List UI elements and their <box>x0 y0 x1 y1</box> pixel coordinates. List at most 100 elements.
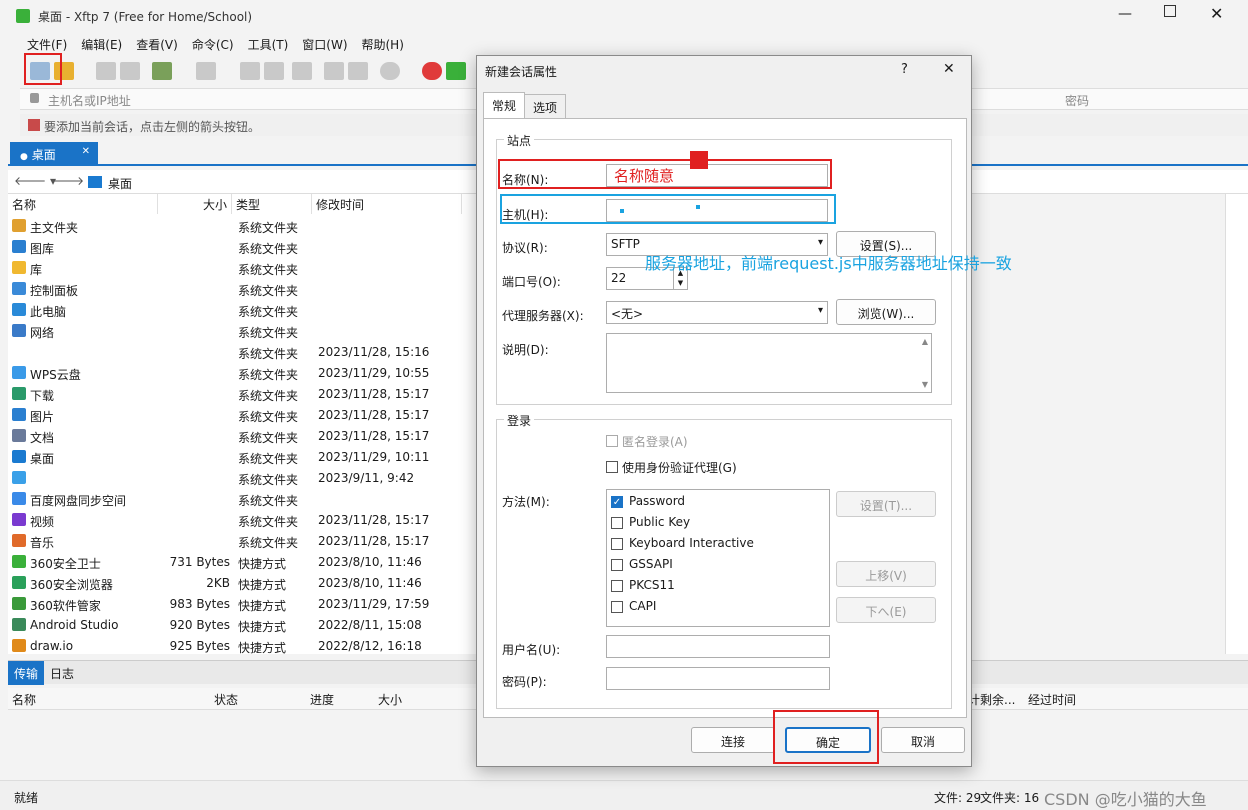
menu-file[interactable]: 文件(F) <box>20 33 74 55</box>
browse-button[interactable]: 浏览(W)... <box>836 299 936 325</box>
back-icon[interactable]: 🡐 ▾ <box>14 173 56 188</box>
method-checkbox[interactable] <box>611 517 623 529</box>
method-item[interactable]: PKCS11 <box>611 577 821 595</box>
method-item[interactable]: Public Key <box>611 514 821 532</box>
col-type[interactable]: 类型 <box>232 194 312 214</box>
anon-checkbox[interactable] <box>606 435 618 447</box>
proxy-select[interactable]: <无> ▾ <box>606 301 828 324</box>
agent-checkbox[interactable] <box>606 461 618 473</box>
maximize-icon[interactable] <box>1164 5 1176 17</box>
tcol-status[interactable]: 状态 <box>214 691 238 708</box>
table-row[interactable]: 360软件管家 983 Bytes 快捷方式 2023/11/29, 17:59 <box>8 594 478 615</box>
col-name[interactable]: 名称 <box>8 194 158 214</box>
method-checkbox[interactable]: ✓ <box>611 496 623 508</box>
tab-close-icon[interactable]: ✕ <box>82 146 90 157</box>
table-row[interactable]: 360安全卫士 731 Bytes 快捷方式 2023/8/10, 11:46 <box>8 552 478 573</box>
table-row[interactable]: draw.io 925 Bytes 快捷方式 2022/8/12, 16:18 <box>8 636 478 654</box>
site-group-label: 站点 <box>504 132 535 149</box>
table-row[interactable]: 图库 系统文件夹 <box>8 237 478 258</box>
tab-transfer[interactable]: 传输 <box>8 661 45 685</box>
xftp-icon[interactable] <box>446 62 466 80</box>
table-row[interactable]: 此电脑 系统文件夹 <box>8 300 478 321</box>
table-row[interactable]: 图片 系统文件夹 2023/11/28, 15:17 <box>8 405 478 426</box>
table-row[interactable]: 文档 系统文件夹 2023/11/28, 15:17 <box>8 426 478 447</box>
tab-general[interactable]: 常规 <box>483 92 526 118</box>
table-row[interactable]: 桌面 系统文件夹 2023/11/29, 10:11 <box>8 447 478 468</box>
host-input[interactable]: 主机名或IP地址 <box>48 92 131 109</box>
col-size[interactable]: 大小 <box>158 194 232 214</box>
transfer-icon[interactable] <box>196 62 216 80</box>
disconnect-icon[interactable] <box>120 62 140 80</box>
method-checkbox[interactable] <box>611 601 623 613</box>
method-item[interactable]: CAPI <box>611 598 821 616</box>
table-row[interactable]: 库 系统文件夹 <box>8 258 478 279</box>
method-checkbox[interactable] <box>611 559 623 571</box>
tcol-name[interactable]: 名称 <box>12 691 36 708</box>
table-row[interactable]: 网络 系统文件夹 <box>8 321 478 342</box>
scroll-up-icon[interactable]: ▲ <box>922 337 928 346</box>
agent-label: 使用身份验证代理(G) <box>622 461 737 475</box>
file-name: 图片 <box>30 410 55 424</box>
table-row[interactable]: 下载 系统文件夹 2023/11/28, 15:17 <box>8 384 478 405</box>
password-input[interactable]: 密码 <box>1065 92 1089 109</box>
minimize-icon[interactable]: — <box>1118 6 1132 22</box>
menu-window[interactable]: 窗口(W) <box>295 33 354 55</box>
username-input[interactable] <box>606 635 830 658</box>
tcol-elapsed[interactable]: 经过时间 <box>1028 691 1076 708</box>
connect-icon[interactable] <box>96 62 116 80</box>
paste-icon[interactable] <box>348 62 368 80</box>
dialog-close-icon[interactable]: ✕ <box>943 61 955 77</box>
tab-log[interactable]: 日志 <box>50 665 74 682</box>
table-row[interactable]: 系统文件夹 2023/11/28, 15:16 <box>8 342 478 363</box>
tcol-remaining[interactable]: 计剩余... <box>968 691 1015 708</box>
tcol-progress[interactable]: 进度 <box>310 691 334 708</box>
file-size: 731 Bytes <box>169 555 230 569</box>
table-row[interactable]: Android Studio 920 Bytes 快捷方式 2022/8/11, 15… <box>8 615 478 636</box>
method-checkbox[interactable] <box>611 580 623 592</box>
scroll-down-icon[interactable]: ▼ <box>922 380 928 389</box>
table-row[interactable]: 音乐 系统文件夹 2023/11/28, 15:17 <box>8 531 478 552</box>
tab-desktop[interactable]: ● 桌面 ✕ <box>10 142 98 166</box>
menu-command[interactable]: 命令(C) <box>185 33 241 55</box>
method-item[interactable]: Keyboard Interactive <box>611 535 821 553</box>
col-modified[interactable]: 修改时间 <box>312 194 462 214</box>
table-row[interactable]: 360安全浏览器 2KB 快捷方式 2023/8/10, 11:46 <box>8 573 478 594</box>
properties-icon[interactable] <box>152 62 172 80</box>
sync-icon[interactable] <box>292 62 312 80</box>
menu-help[interactable]: 帮助(H) <box>355 33 411 55</box>
globe-icon[interactable] <box>380 62 400 80</box>
menu-edit[interactable]: 编辑(E) <box>74 33 129 55</box>
method-label: PKCS11 <box>629 578 675 592</box>
path-label[interactable]: 桌面 <box>108 175 132 192</box>
copy-icon[interactable] <box>324 62 344 80</box>
menu-tools[interactable]: 工具(T) <box>241 33 296 55</box>
download-icon[interactable] <box>264 62 284 80</box>
table-row[interactable]: 主文件夹 系统文件夹 <box>8 216 478 237</box>
method-item[interactable]: GSSAPI <box>611 556 821 574</box>
table-row[interactable]: 视频 系统文件夹 2023/11/28, 15:17 <box>8 510 478 531</box>
cancel-button[interactable]: 取消 <box>881 727 965 753</box>
connect-button[interactable]: 连接 <box>691 727 775 753</box>
table-row[interactable]: WPS云盘 系统文件夹 2023/11/29, 10:55 <box>8 363 478 384</box>
method-checkbox[interactable] <box>611 538 623 550</box>
xshell-icon[interactable] <box>422 62 442 80</box>
method-settings-button[interactable]: 设置(T)... <box>836 491 936 517</box>
close-window-icon[interactable]: ✕ <box>1210 4 1223 23</box>
menu-view[interactable]: 查看(V) <box>129 33 185 55</box>
move-down-button[interactable]: 下へ(E) <box>836 597 936 623</box>
title-bar: 桌面 - Xftp 7 (Free for Home/School) — ✕ <box>0 0 1248 32</box>
move-up-button[interactable]: 上移(V) <box>836 561 936 587</box>
table-row[interactable]: 控制面板 系统文件夹 <box>8 279 478 300</box>
table-row[interactable]: 百度网盘同步空间 系统文件夹 <box>8 489 478 510</box>
table-row[interactable]: 系统文件夹 2023/9/11, 9:42 <box>8 468 478 489</box>
file-name: 此电脑 <box>30 305 67 319</box>
help-icon[interactable]: ? <box>901 62 908 77</box>
tcol-size[interactable]: 大小 <box>378 691 402 708</box>
file-icon <box>12 618 26 631</box>
file-modified: 2023/11/28, 15:17 <box>318 534 430 548</box>
method-item[interactable]: ✓ Password <box>611 493 821 511</box>
tab-options[interactable]: 选项 <box>524 94 567 118</box>
upload-icon[interactable] <box>240 62 260 80</box>
description-textarea[interactable]: ▲ ▼ <box>606 333 932 393</box>
password-field[interactable] <box>606 667 830 690</box>
